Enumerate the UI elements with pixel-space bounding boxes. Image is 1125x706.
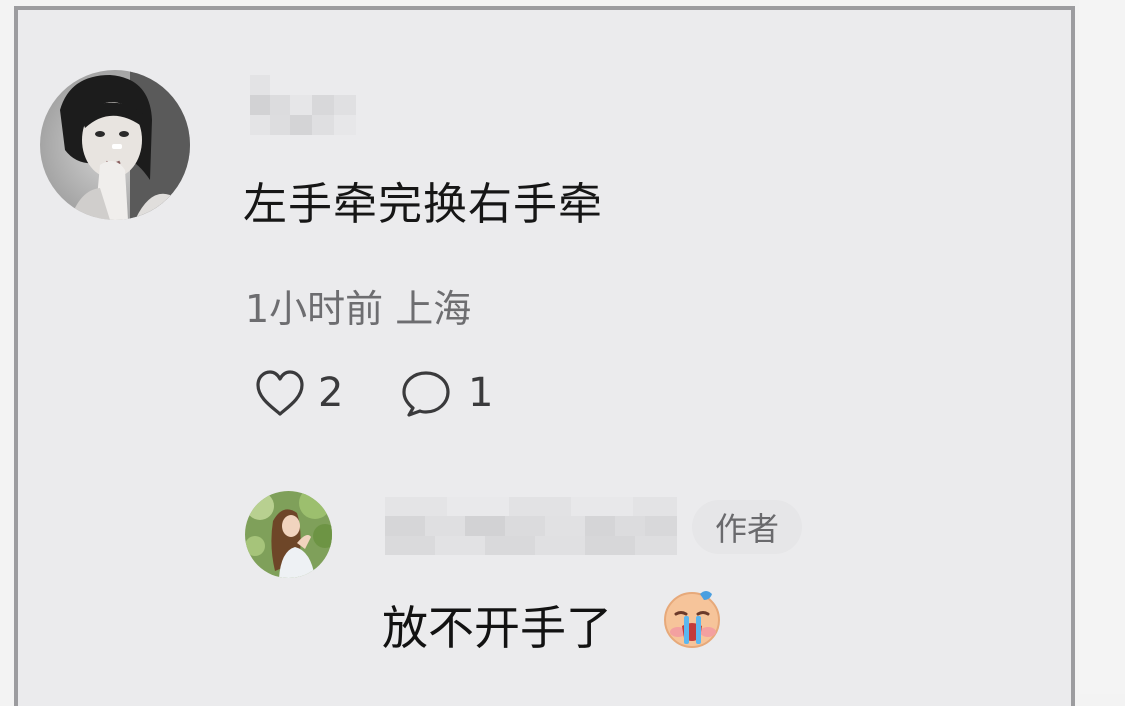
reply-button[interactable]: 1: [400, 368, 493, 418]
author-badge: 作者: [692, 500, 802, 554]
like-button[interactable]: 2: [254, 368, 343, 418]
comment-meta: 1小时前 上海: [245, 287, 472, 331]
comment-text: 左手牵完换右手牵: [243, 179, 603, 230]
heart-outline-icon: [256, 370, 304, 416]
commenter-username-blurred[interactable]: [250, 75, 356, 135]
page-margin: [1079, 0, 1125, 694]
reply-author-avatar[interactable]: [245, 491, 332, 578]
reply-text: 放不开手了: [382, 601, 612, 655]
reply-count: 1: [468, 370, 494, 416]
crying-face-emoji-icon: [660, 586, 724, 654]
avatar-portrait-icon: [40, 70, 190, 220]
commenter-avatar[interactable]: [40, 70, 190, 220]
reply-username-blurred[interactable]: [385, 497, 677, 555]
like-count: 2: [318, 370, 344, 416]
speech-bubble-icon: [402, 371, 450, 417]
avatar-woman-icon: [245, 491, 332, 578]
